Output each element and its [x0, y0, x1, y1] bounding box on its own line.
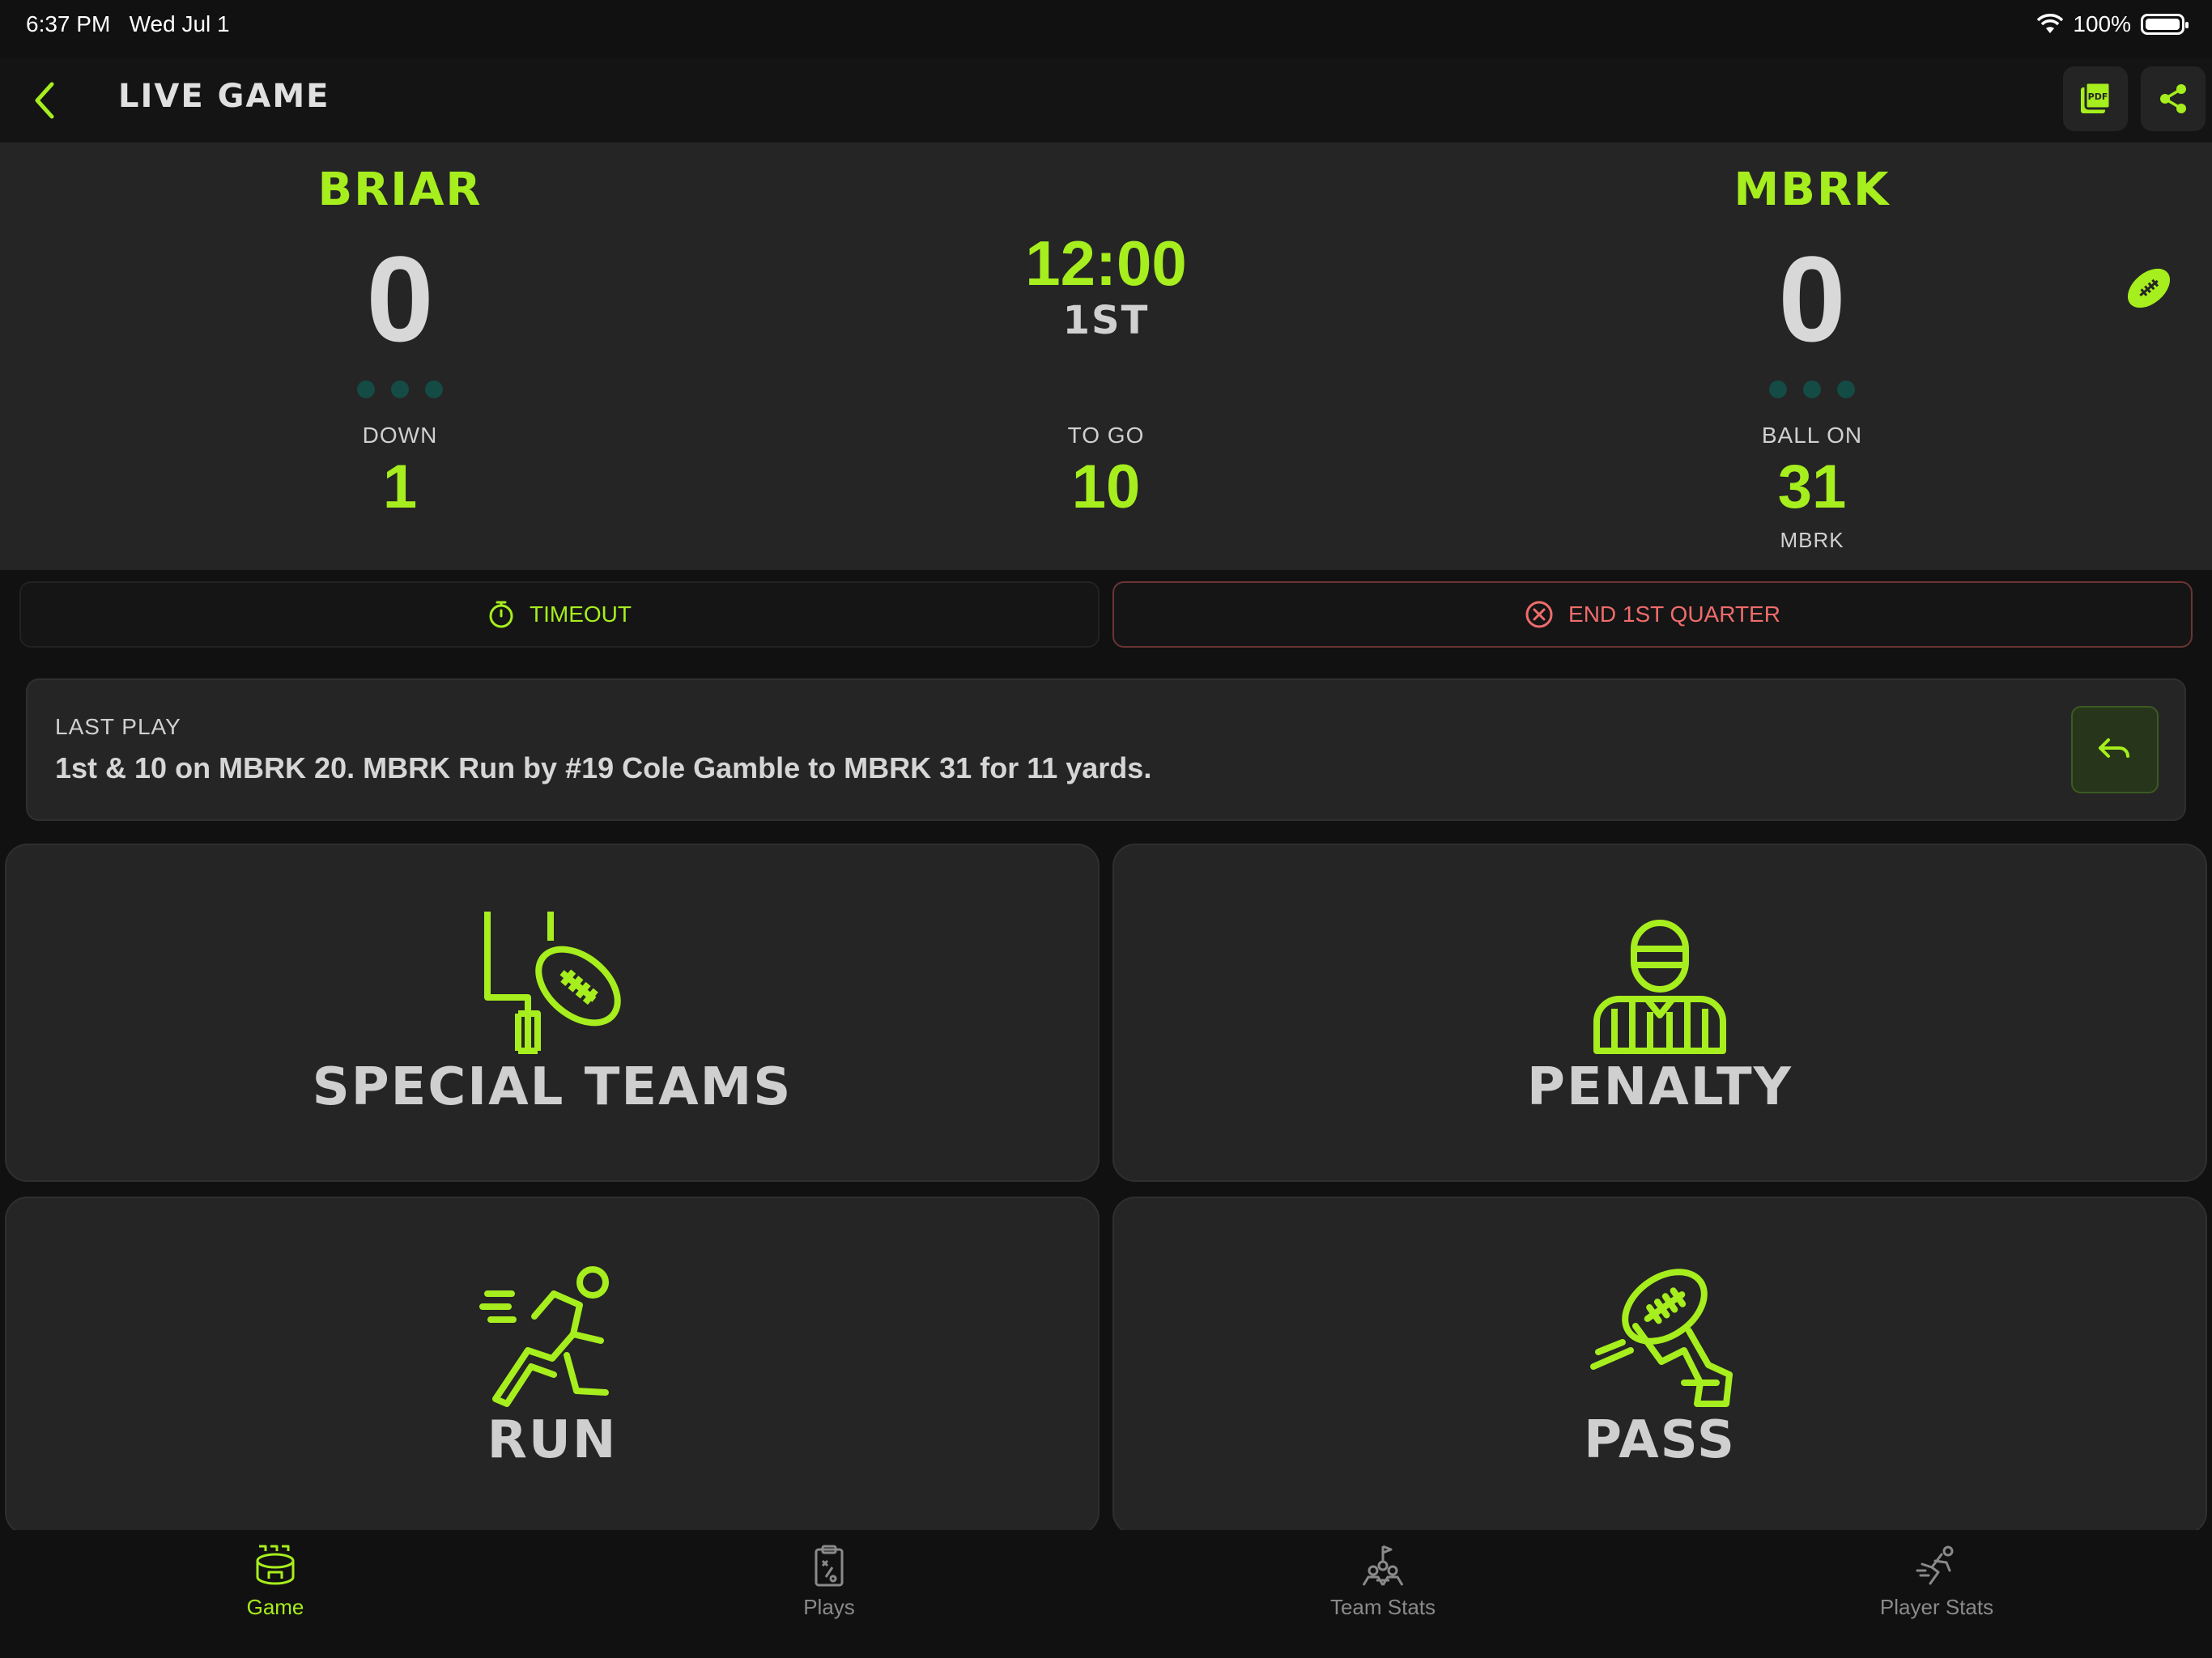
ball-on-label: BALL ON — [1761, 423, 1863, 448]
end-quarter-button[interactable]: END 1ST QUARTER — [1112, 581, 2193, 648]
special-teams-label: SPECIAL TEAMS — [312, 1057, 793, 1117]
scoreboard: BRIAR 0 DOWN 1 12:00 1ST TO GO 10 MBRK 0… — [0, 142, 2212, 570]
timeout-dot — [1803, 380, 1821, 398]
referee-icon — [1593, 920, 1726, 1054]
team-flag-icon — [1362, 1545, 1404, 1586]
away-team-name: MBRK — [1733, 164, 1891, 216]
home-timeouts — [238, 380, 562, 398]
battery-icon — [2141, 14, 2189, 35]
status-date: Wed Jul 1 — [129, 11, 230, 36]
timeout-dot — [391, 380, 409, 398]
goalpost-football-icon — [484, 912, 621, 1054]
timeout-dot — [425, 380, 443, 398]
ball-on-side: MBRK — [1780, 528, 1844, 552]
tab-game-label: Game — [246, 1595, 304, 1619]
back-chevron-icon[interactable] — [29, 78, 62, 123]
football-icon — [2127, 268, 2171, 308]
ball-on-value: 31 — [1777, 453, 1847, 521]
page-title: LIVE GAME — [118, 78, 330, 115]
tab-plays-label: Plays — [803, 1595, 855, 1619]
status-bar-time: 6:37 PM Wed Jul 1 — [26, 11, 230, 37]
undo-icon — [2099, 738, 2129, 758]
down-label: DOWN — [362, 423, 438, 448]
timeout-dot — [357, 380, 375, 398]
runner-icon — [479, 1266, 609, 1407]
tab-team-stats-label: Team Stats — [1329, 1595, 1436, 1619]
svg-text:PDF: PDF — [2088, 91, 2108, 102]
home-score: 0 — [366, 231, 434, 367]
last-play-text: 1st & 10 on MBRK 20. MBRK Run by #19 Col… — [55, 751, 1152, 784]
pdf-button[interactable]: PDF — [2063, 66, 2128, 131]
tab-player-stats-label: Player Stats — [1879, 1595, 1994, 1619]
wifi-icon — [2037, 14, 2064, 33]
special-teams-tile[interactable]: SPECIAL TEAMS — [5, 844, 1100, 1182]
run-tile[interactable]: RUN — [5, 1197, 1100, 1535]
timeout-button[interactable]: TIMEOUT — [19, 581, 1100, 648]
game-clock: 12:00 — [1025, 227, 1187, 299]
last-play-label: LAST PLAY — [55, 714, 181, 739]
penalty-tile[interactable]: PENALTY — [1112, 844, 2207, 1182]
tab-game[interactable]: Game — [154, 1543, 397, 1620]
home-team-name: BRIAR — [317, 164, 483, 216]
run-label: RUN — [487, 1410, 618, 1470]
to-go-value: 10 — [1071, 453, 1141, 521]
pass-label: PASS — [1584, 1410, 1736, 1470]
timeout-dot — [1769, 380, 1787, 398]
status-time: 6:37 PM — [26, 11, 111, 36]
player-icon — [1916, 1545, 1954, 1585]
close-circle-icon — [1525, 601, 1553, 628]
timeout-label: TIMEOUT — [530, 602, 632, 627]
away-score: 0 — [1778, 231, 1846, 367]
share-icon — [2160, 84, 2186, 113]
down-value: 1 — [382, 453, 418, 521]
tab-bar: Game Plays Team Stats Player Stats — [0, 1530, 2212, 1658]
header: LIVE GAME PDF — [0, 58, 2212, 142]
away-timeouts — [1650, 380, 1974, 398]
game-period: 1ST — [1062, 298, 1150, 343]
stadium-icon — [256, 1545, 295, 1585]
throwing-hand-icon — [1590, 1269, 1733, 1407]
stopwatch-icon — [489, 601, 513, 628]
battery-percent: 100% — [2073, 11, 2131, 36]
undo-button[interactable] — [2071, 706, 2159, 793]
timeout-dot — [1837, 380, 1855, 398]
last-play-card: LAST PLAY 1st & 10 on MBRK 20. MBRK Run … — [26, 678, 2186, 821]
to-go-label: TO GO — [1067, 423, 1145, 448]
share-button[interactable] — [2141, 66, 2206, 131]
penalty-label: PENALTY — [1527, 1057, 1793, 1117]
tab-plays[interactable]: Plays — [708, 1543, 951, 1620]
status-bar-right: 100% — [2037, 11, 2189, 37]
end-quarter-label: END 1ST QUARTER — [1568, 602, 1780, 627]
tab-player-stats[interactable]: Player Stats — [1815, 1543, 2058, 1620]
clipboard-icon — [815, 1545, 844, 1587]
tab-team-stats[interactable]: Team Stats — [1261, 1543, 1504, 1620]
pdf-icon: PDF — [2081, 81, 2112, 113]
pass-tile[interactable]: PASS — [1112, 1197, 2207, 1535]
